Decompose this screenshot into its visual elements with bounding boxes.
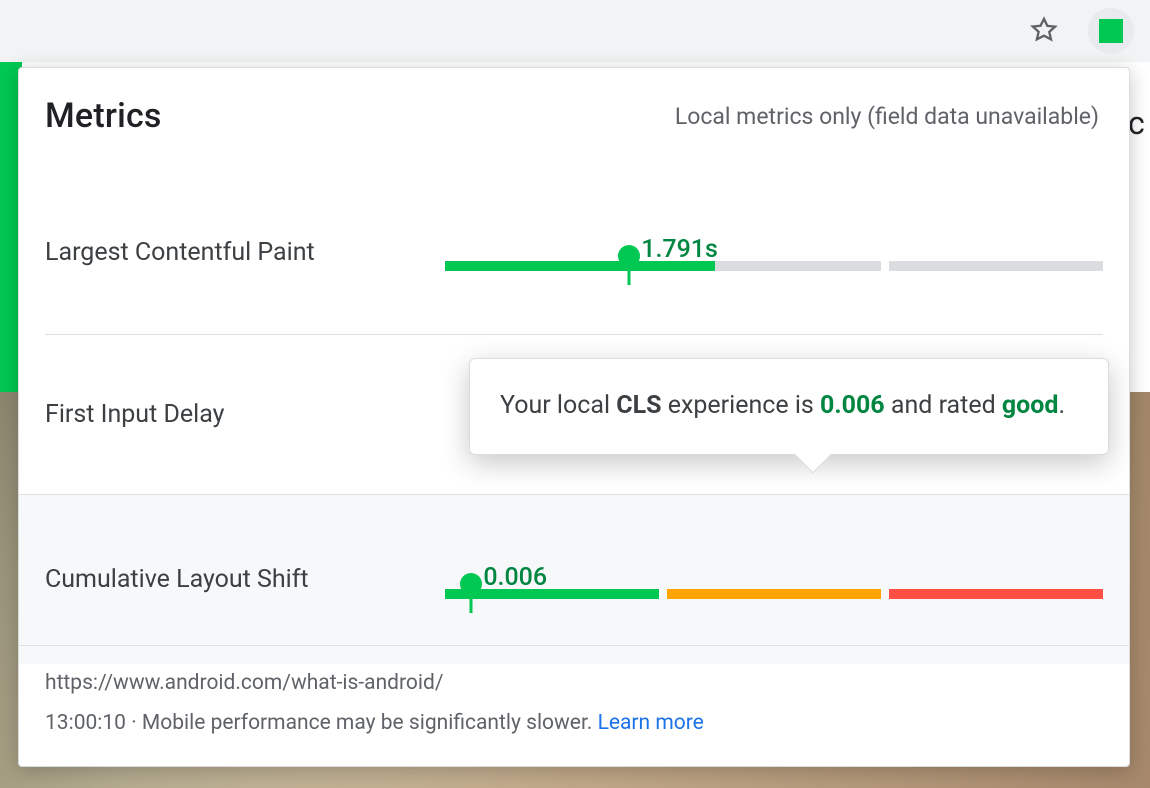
extension-badge-button[interactable]	[1088, 8, 1134, 54]
metric-gauge-lcp: 1.791s	[445, 217, 1103, 287]
metric-pin-icon	[460, 573, 482, 595]
tooltip-metric-abbrev: CLS	[616, 391, 661, 420]
footer-warning: Mobile performance may be significantly …	[142, 711, 598, 735]
metric-row-cls[interactable]: Cumulative Layout Shift 0.006	[19, 494, 1129, 664]
panel-footer: https://www.android.com/what-is-android/…	[19, 645, 1129, 766]
metric-gauge-cls: 0.006	[445, 545, 1103, 615]
metric-label: Largest Contentful Paint	[45, 238, 445, 267]
metric-row-lcp: Largest Contentful Paint 1.791s	[45, 144, 1103, 334]
page-partial-letter: c	[1128, 104, 1145, 142]
metric-label: First Input Delay	[45, 400, 445, 429]
tooltip-value: 0.006	[820, 391, 885, 420]
omnibox[interactable]	[0, 6, 1078, 54]
web-vitals-panel: Metrics Local metrics only (field data u…	[18, 67, 1130, 767]
metric-pin-icon	[618, 245, 640, 267]
panel-subtitle: Local metrics only (field data unavailab…	[675, 103, 1099, 130]
footer-url: https://www.android.com/what-is-android/	[45, 664, 1103, 704]
learn-more-link[interactable]: Learn more	[598, 711, 704, 735]
metric-value: 0.006	[483, 563, 547, 592]
extension-status-icon	[1099, 19, 1123, 43]
metric-label: Cumulative Layout Shift	[45, 565, 445, 594]
bookmark-star-icon[interactable]	[1030, 16, 1058, 48]
footer-time: 13:00:10	[45, 711, 126, 735]
metric-tooltip: Your local CLS experience is 0.006 and r…	[469, 358, 1109, 455]
metric-value: 1.791s	[641, 235, 718, 264]
panel-title: Metrics	[45, 96, 162, 136]
tooltip-rating: good	[1002, 391, 1059, 420]
